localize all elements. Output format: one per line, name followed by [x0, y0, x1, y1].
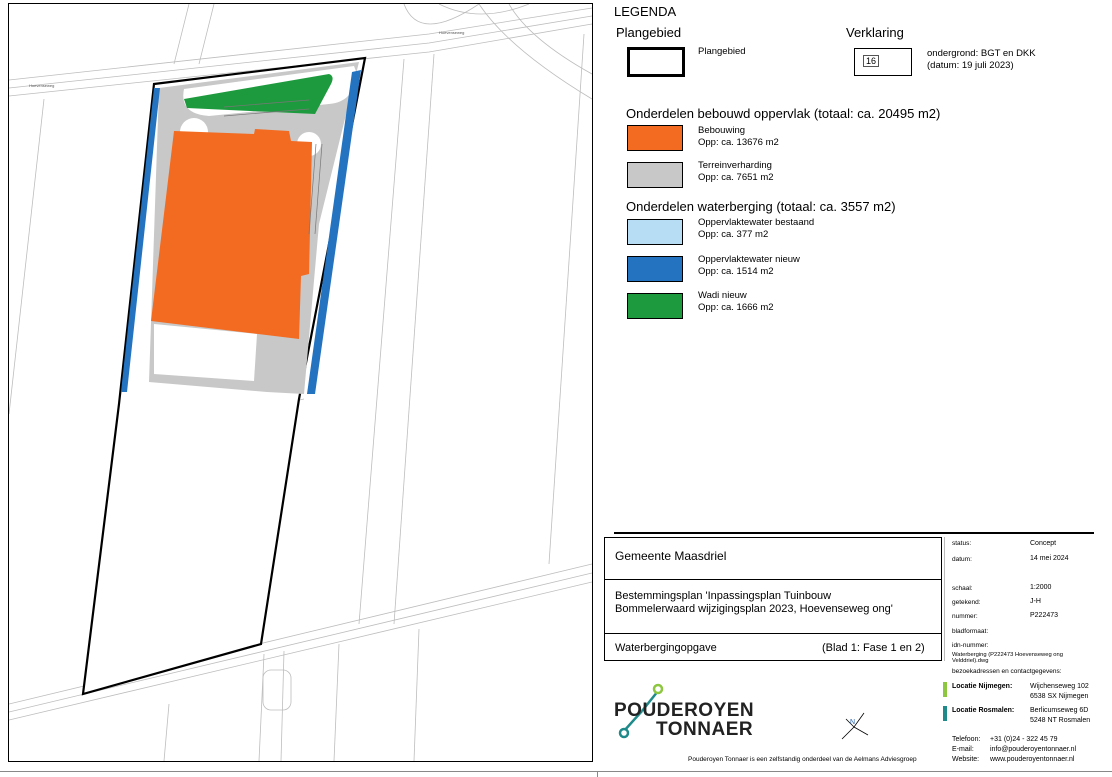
- legend-label-water-nieuw: Oppervlaktewater nieuw: [698, 254, 800, 265]
- waterberging-heading: Onderdelen waterberging (totaal: ca. 355…: [626, 199, 896, 214]
- legend-area-water-nieuw: Opp: ca. 1514 m2: [698, 266, 774, 277]
- verklaring-line2: (datum: 19 juli 2023): [927, 60, 1014, 71]
- legend-label-wadi: Wadi nieuw: [698, 290, 747, 301]
- website-link[interactable]: www.pouderoyentonnaer.nl: [990, 755, 1074, 765]
- legend-area-wadi: Opp: ca. 1666 m2: [698, 302, 774, 313]
- accent-bar-nijmegen: [943, 682, 947, 697]
- drawing-filename: Waterberging (P222473 Hoevenseweg ong Ve…: [952, 652, 1063, 664]
- phone-value: +31 (0)24 - 322 45 79: [990, 736, 1058, 743]
- plangebied-label: Plangebied: [698, 46, 746, 57]
- location-rosmalen-addr2: 5248 NT Rosmalen: [1030, 717, 1091, 724]
- logo-text-line2: TONNAER: [656, 719, 754, 740]
- fields-divider: [944, 537, 945, 661]
- north-arrow: N: [834, 705, 874, 745]
- legend-swatch-water-bestaand: [627, 219, 683, 245]
- municipality-name: Gemeente Maasdriel: [615, 549, 727, 563]
- location-rosmalen-name: Locatie Rosmalen:: [952, 707, 1015, 714]
- field-value-schaal: 1:2000: [1030, 584, 1052, 591]
- field-label-schaal: schaal:: [952, 585, 973, 592]
- titleblock-top-rule: [614, 532, 1094, 534]
- verklaring-swatch: 16: [854, 48, 912, 76]
- legend-swatch-bebouwing: [627, 125, 683, 151]
- plangebied-swatch: [627, 47, 685, 77]
- legend-label-water-bestaand: Oppervlaktewater bestaand: [698, 217, 815, 228]
- north-label: N: [850, 719, 856, 726]
- plangebied-heading: Plangebied: [616, 25, 682, 40]
- email-link[interactable]: info@pouderoyentonnaer.nl: [990, 745, 1076, 755]
- road-label-right: Hoevenseweg: [439, 30, 464, 35]
- legend-swatch-water-nieuw: [627, 256, 683, 282]
- location-rosmalen-addr1: Berlicumseweg 6D: [1030, 707, 1089, 714]
- field-value-datum: 14 mei 2024: [1030, 555, 1069, 562]
- accent-bar-rosmalen: [943, 706, 947, 721]
- field-value-nummer: P222473: [1030, 612, 1059, 619]
- site-plan-map: Hoevenseweg Hoevenseweg: [9, 4, 592, 761]
- sheet-bottom-tick: [597, 771, 598, 777]
- verklaring-line1: ondergrond: BGT en DKK: [927, 48, 1036, 59]
- divider-1: [605, 579, 941, 580]
- email-label: E-mail:: [952, 746, 974, 753]
- bebouwd-heading: Onderdelen bebouwd oppervlak (totaal: ca…: [626, 106, 941, 121]
- field-label-bladformaat: bladformaat:: [952, 628, 989, 635]
- drawing-subject: Waterbergingopgave: [615, 642, 717, 654]
- field-label-idn: idn-nummer:: [952, 642, 989, 649]
- sheet-number: (Blad 1: Fase 1 en 2): [822, 642, 925, 654]
- titleblock-fields: status: Concept datum: 14 mei 2024 schaa…: [944, 537, 1094, 664]
- contact-heading: bezoekadressen en contactgegevens:: [952, 668, 1062, 675]
- location-nijmegen-name: Locatie Nijmegen:: [952, 683, 1013, 690]
- legend-title: LEGENDA: [614, 4, 677, 19]
- phone-label: Telefoon:: [952, 736, 981, 743]
- sheet-bottom-rule: [0, 771, 1112, 772]
- plan-name-line2: Bommelerwaard wijzigingsplan 2023, Hoeve…: [615, 603, 893, 615]
- legend-swatch-wadi: [627, 293, 683, 319]
- legend-area-terreinverharding: Opp: ca. 7651 m2: [698, 172, 774, 183]
- parcel-number: 16: [863, 55, 880, 67]
- legend-area-bebouwing: Opp: ca. 13676 m2: [698, 137, 779, 148]
- field-label-getekend: getekend:: [952, 599, 981, 606]
- legend-area-water-bestaand: Opp: ca. 377 m2: [698, 229, 769, 240]
- field-label-status: status:: [952, 540, 972, 547]
- location-nijmegen-addr1: Wijchenseweg 102: [1030, 683, 1089, 690]
- field-value-getekend: J-H: [1030, 598, 1041, 605]
- field-label-nummer: nummer:: [952, 613, 978, 620]
- plan-name-line1: Bestemmingsplan 'Inpassingsplan Tuinbouw: [615, 590, 832, 602]
- map-view: Hoevenseweg Hoevenseweg: [8, 3, 593, 762]
- verklaring-heading: Verklaring: [846, 25, 904, 40]
- legend-label-bebouwing: Bebouwing: [698, 125, 746, 136]
- road-label-left: Hoevenseweg: [29, 83, 54, 88]
- legend-label-terreinverharding: Terreinverharding: [698, 160, 772, 171]
- field-value-status: Concept: [1030, 540, 1057, 547]
- location-nijmegen-addr2: 6538 SX Nijmegen: [1030, 693, 1089, 700]
- field-label-datum: datum:: [952, 556, 972, 563]
- company-logo: POUDEROYEN TONNAER: [612, 683, 762, 743]
- company-footer: Pouderoyen Tonnaer is een zelfstandig on…: [688, 756, 917, 763]
- divider-2: [605, 633, 941, 634]
- website-label: Website:: [952, 756, 980, 763]
- legend-swatch-terreinverharding: [627, 162, 683, 188]
